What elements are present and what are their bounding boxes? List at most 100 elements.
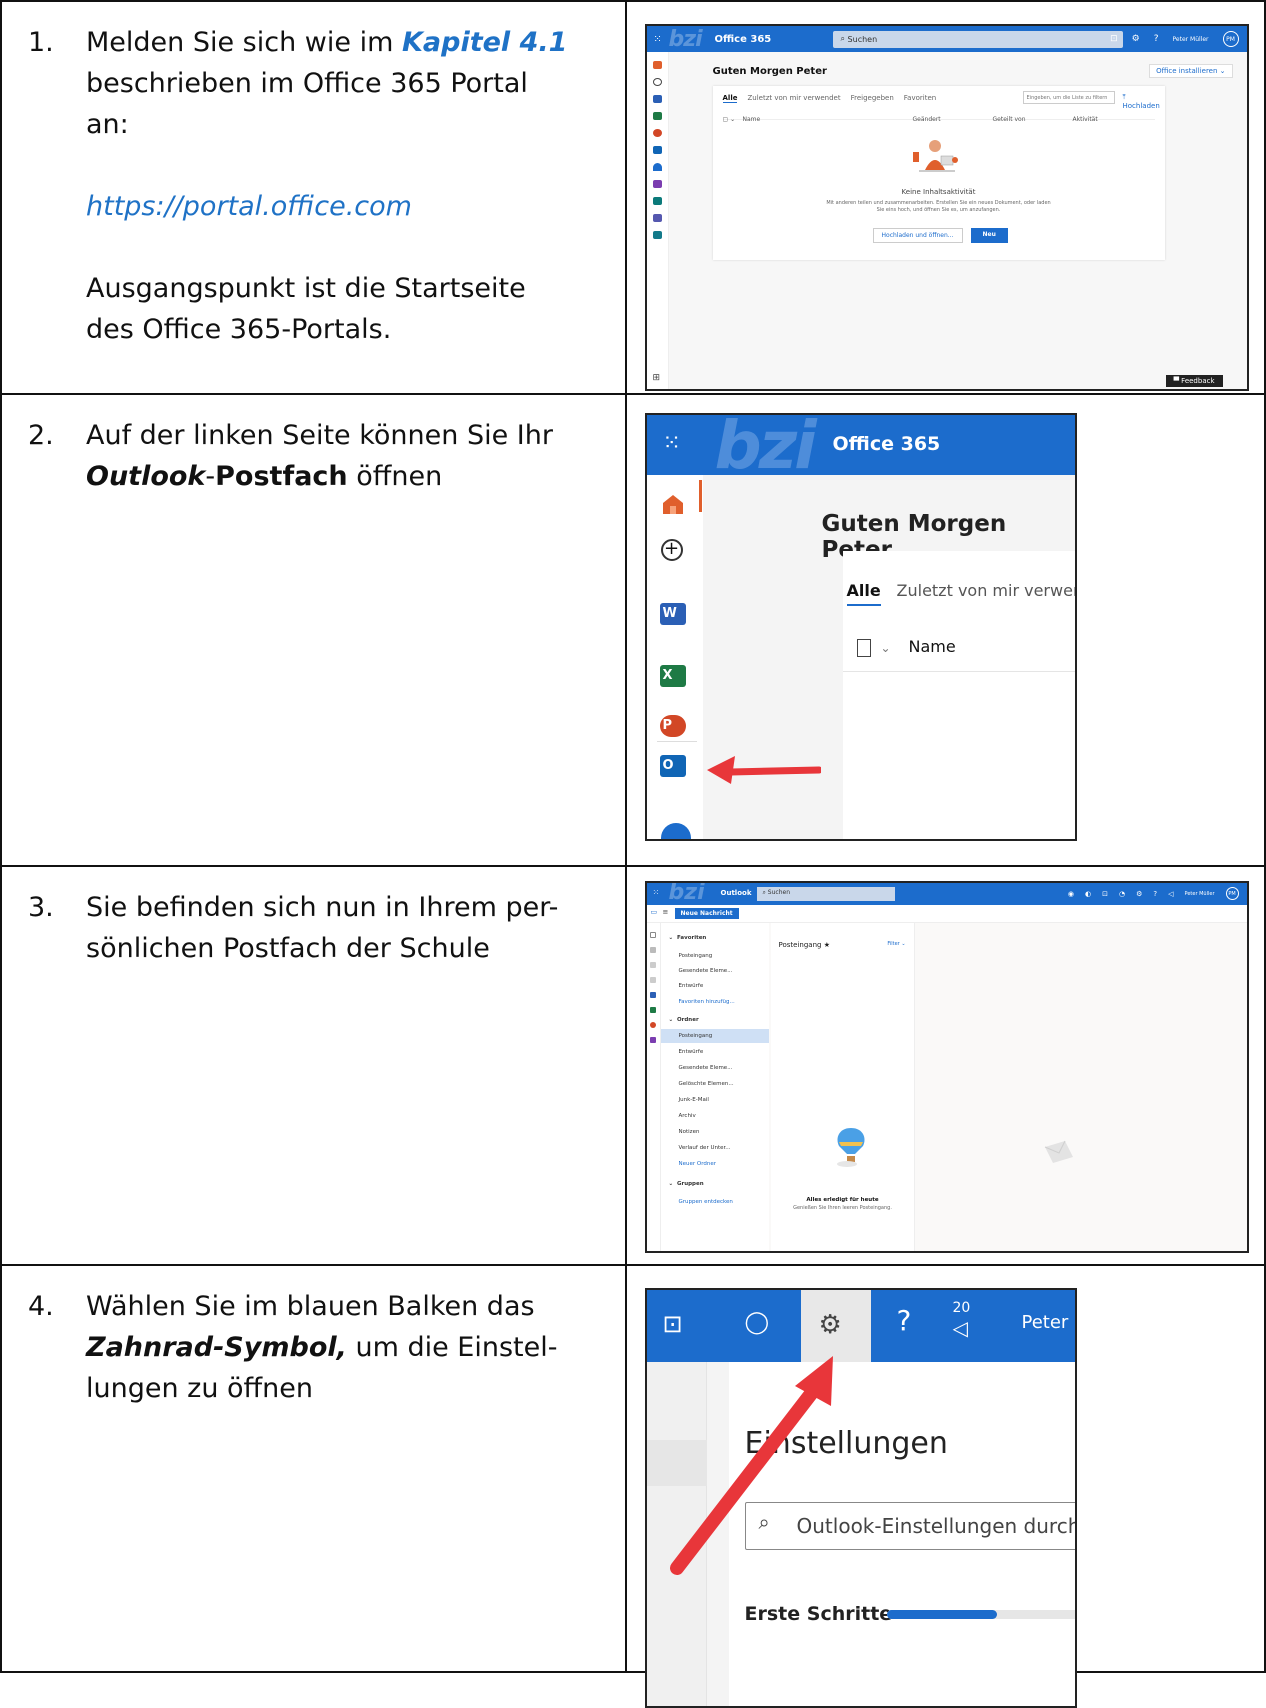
attach-icon[interactable] [650,962,657,968]
sway-icon[interactable] [652,231,662,239]
chevron-down-icon[interactable]: ⌄ [881,641,891,655]
home-icon[interactable] [652,61,662,69]
todo-icon[interactable] [650,977,657,983]
bell-icon[interactable]: ◔ [1119,890,1125,898]
user-name[interactable]: Peter Müller [1022,1312,1075,1333]
teams-icon[interactable] [652,214,662,222]
teams-icon[interactable]: ◐ [1085,890,1091,898]
folder-archive[interactable]: Archiv [679,1113,696,1119]
user-name[interactable]: Peter Müller [1185,891,1215,897]
powerpoint-icon[interactable] [650,1022,657,1028]
powerpoint-icon[interactable] [652,129,662,137]
app-launcher-icon[interactable]: ⁙ [663,431,681,456]
new-message-button[interactable]: Neue Nachricht [674,908,739,919]
install-office-button[interactable]: Office installieren ⌄ [1149,64,1233,78]
column-activity[interactable]: Aktivität [1073,116,1098,123]
excel-icon[interactable]: X [659,665,686,687]
megaphone-icon[interactable]: ◁ [953,1316,968,1340]
onedrive-icon[interactable] [652,163,662,171]
upload-open-button[interactable]: Hochladen und öffnen... [872,228,963,243]
excel-icon[interactable] [652,112,662,120]
fav-sent[interactable]: Gesendete Eleme... [679,968,733,974]
new-folder-link[interactable]: Neuer Ordner [679,1161,717,1167]
feedback-button[interactable]: ▀ Feedback [1165,375,1223,387]
powerpoint-icon[interactable]: P [659,715,686,737]
app-title[interactable]: Office 365 [715,34,833,45]
outlook-icon[interactable]: O [659,755,686,777]
all-apps-icon[interactable]: ⊞ [653,373,661,383]
envelope-icon [1044,1140,1073,1163]
calendar-check-icon[interactable]: ⊡ [663,1310,683,1338]
folder-junk[interactable]: Junk-E-Mail [679,1097,709,1103]
folder-deleted[interactable]: Gelöschte Elemen... [679,1081,734,1087]
fav-drafts[interactable]: Entwürfe [679,983,704,989]
folder-history[interactable]: Verlauf der Unter... [679,1145,731,1151]
column-name[interactable]: Name [743,116,761,123]
skype-icon[interactable]: ◉ [1068,890,1074,898]
word-icon[interactable]: W [659,603,686,625]
search-box[interactable]: ⌕ Suchen [832,30,1123,48]
help-icon[interactable]: ? [1153,890,1157,898]
new-button[interactable]: Neu [970,228,1008,243]
groups-header-label: Gruppen [676,1181,704,1187]
app-title[interactable]: Office 365 [833,433,941,455]
column-modified[interactable]: Geändert [913,116,941,123]
search-box[interactable]: ⌕ Suchen [756,887,895,901]
plus-icon[interactable] [652,78,662,86]
help-icon[interactable]: ? [1154,34,1159,44]
gear-icon[interactable]: ⚙ [819,1310,842,1340]
bell-icon[interactable]: ◯ [745,1310,770,1335]
sharepoint-icon[interactable] [652,197,662,205]
filter-button[interactable]: Filter ⌄ [887,941,905,947]
notifications-icon[interactable]: ⊡ [1110,34,1118,44]
first-steps-label[interactable]: Erste Schritte [745,1603,893,1625]
mail-icon[interactable]: ▭ [651,908,658,916]
gear-icon[interactable]: ⚙ [1132,34,1140,44]
portal-url-link[interactable]: https://portal.office.com [28,186,611,227]
discover-groups-link[interactable]: Gruppen entdecken [679,1199,733,1205]
outlook-icon[interactable] [652,146,662,154]
tab-favorites[interactable]: Favoriten [904,94,936,103]
onenote-icon[interactable] [652,180,662,188]
folder-sent[interactable]: Gesendete Eleme... [679,1065,733,1071]
megaphone-icon[interactable]: ◁ [1168,890,1173,898]
folder-drafts[interactable]: Entwürfe [679,1049,704,1055]
people-icon[interactable] [650,947,657,953]
fav-inbox[interactable]: Posteingang [679,953,713,959]
word-icon[interactable] [652,95,662,103]
folders-header[interactable]: ⌄ Ordner [669,1017,699,1023]
calendar-rail-icon[interactable] [650,932,657,938]
column-name[interactable]: Name [909,637,956,656]
add-favorite-link[interactable]: Favoriten hinzufüg... [679,999,735,1005]
column-shared-by[interactable]: Geteilt von [993,116,1026,123]
app-launcher-icon[interactable]: ⁙ [653,888,660,897]
chapter-link[interactable]: Kapitel 4.1 [402,27,567,58]
tab-all[interactable]: Alle [846,581,881,606]
tab-all[interactable]: Alle [722,94,738,103]
filter-input[interactable]: Eingeben, um die Liste zu filtern [1022,91,1115,104]
greeting: Guten Morgen Peter [712,66,827,77]
help-icon[interactable]: ? [897,1304,912,1337]
tab-recent[interactable]: Zuletzt von mir verwendet [747,94,840,103]
app-title[interactable]: Outlook [721,889,752,897]
tab-recent[interactable]: Zuletzt von mir verwen [897,581,1075,600]
avatar[interactable]: PM [1222,31,1239,47]
upload-button[interactable]: ⤒ Hochladen [1123,93,1165,110]
excel-icon[interactable] [650,1007,657,1013]
step-4-line-1: Wählen Sie im blauen Balken das [86,1291,535,1322]
tab-shared[interactable]: Freigegeben [851,94,894,103]
gear-icon[interactable]: ⚙ [1136,890,1142,898]
folder-notes[interactable]: Notizen [679,1129,700,1135]
user-name[interactable]: Peter Müller [1173,36,1209,43]
folder-inbox[interactable]: Posteingang [679,1033,713,1039]
plus-icon[interactable]: + [660,539,683,561]
groups-header[interactable]: ⌄ Gruppen [669,1181,704,1187]
avatar[interactable]: PM [1225,887,1239,900]
calendar-icon[interactable]: ⊡ [1102,890,1108,898]
onenote-icon[interactable] [650,1037,657,1043]
home-icon[interactable] [661,493,685,515]
word-icon[interactable] [650,992,657,998]
favorites-header[interactable]: ⌄ Favoriten [669,935,707,941]
hamburger-icon[interactable]: ≡ [663,908,669,916]
app-launcher-icon[interactable]: ⁙ [647,34,669,45]
